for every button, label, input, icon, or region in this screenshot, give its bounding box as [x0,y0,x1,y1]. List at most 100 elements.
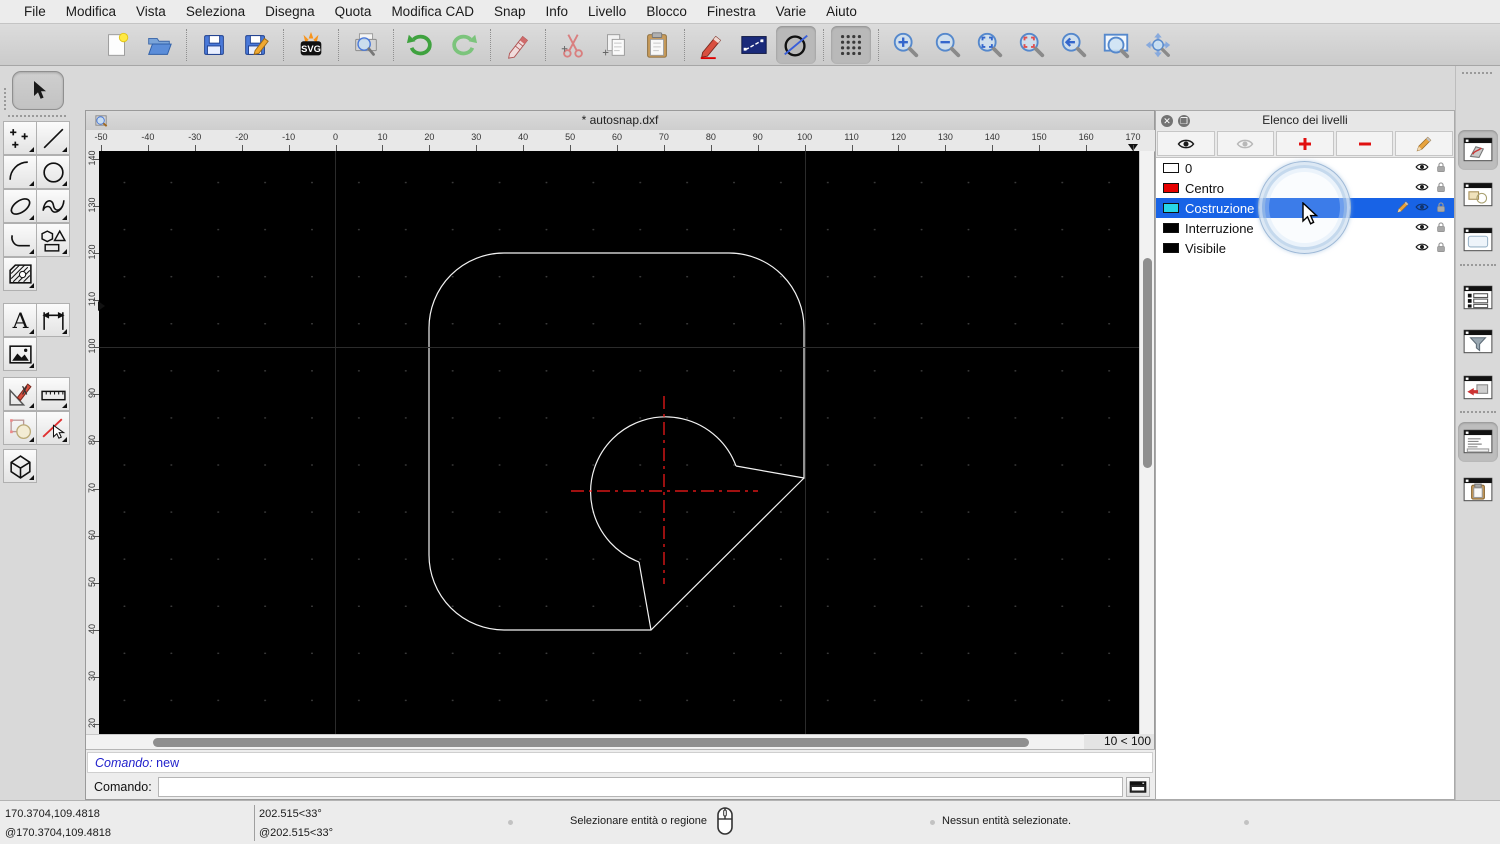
zoom-in-button[interactable] [886,26,926,64]
layer-lock-icon[interactable] [1434,160,1448,177]
pen-attributes-button[interactable] [692,26,732,64]
layer-color-swatch[interactable] [1163,183,1179,193]
layer-lock-icon[interactable] [1434,200,1448,217]
layer-color-swatch[interactable] [1163,223,1179,233]
layer-lock-icon[interactable] [1434,220,1448,237]
window-arrow-box-dock-button[interactable] [1458,368,1498,408]
horizontal-scrollbar[interactable] [86,734,1086,749]
window-command-dock-button[interactable] [1458,422,1498,462]
window-shapes-dock-button[interactable] [1458,175,1498,215]
drawing-canvas[interactable] [99,151,1141,734]
window-filter-dock-button[interactable] [1458,322,1498,362]
command-input[interactable] [157,777,1123,797]
explode-tool-button[interactable] [36,411,70,445]
save-button[interactable] [194,26,234,64]
copy-button[interactable] [595,26,635,64]
svg-export-button[interactable] [291,26,331,64]
cut-button[interactable] [553,26,593,64]
window-clipboard-dock-button[interactable] [1458,470,1498,510]
new-document-button[interactable] [97,26,137,64]
layer-panel-close-button[interactable]: ✕ [1161,114,1173,127]
vertical-scrollbar-thumb[interactable] [1143,258,1152,468]
menu-item-blocco[interactable]: Blocco [636,0,697,24]
layer-edit-pencil-icon[interactable] [1396,200,1410,217]
paste-button[interactable] [637,26,677,64]
polygon-tool-button[interactable] [36,223,70,257]
zoom-window-button[interactable] [1096,26,1136,64]
remove-layer-button[interactable] [1335,131,1394,156]
layer-visibility-eye-icon[interactable] [1415,220,1429,237]
menu-item-snap[interactable]: Snap [484,0,536,24]
hatch-tool-button[interactable] [3,257,37,291]
menu-item-quota[interactable]: Quota [325,0,382,24]
polyline-tool-button[interactable] [3,223,37,257]
layer-visibility-eye-icon[interactable] [1415,180,1429,197]
zoom-out-button[interactable] [928,26,968,64]
points-tool-button[interactable] [3,121,37,155]
window-list-dock-button[interactable] [1458,278,1498,318]
zoom-auto-button[interactable] [970,26,1010,64]
layer-visibility-eye-icon[interactable] [1415,240,1429,257]
print-preview-icon [351,30,381,60]
line-tool-button[interactable] [36,121,70,155]
solid-3d-tool-button[interactable] [3,449,37,483]
grid-button[interactable] [831,25,871,64]
spline-tool-button[interactable] [36,189,70,223]
line-attributes-button[interactable] [734,26,774,64]
layer-color-swatch[interactable] [1163,243,1179,253]
menu-item-modifica-cad[interactable]: Modifica CAD [381,0,484,24]
menu-item-finestra[interactable]: Finestra [697,0,766,24]
modify-tool-button[interactable] [3,377,37,411]
command-keyboard-button[interactable] [1126,777,1150,797]
circle-tool-button[interactable] [36,155,70,189]
zoom-previous-button[interactable] [1054,26,1094,64]
menu-item-disegna[interactable]: Disegna [255,0,325,24]
menu-item-info[interactable]: Info [536,0,579,24]
dimension-tool-button[interactable] [36,303,70,337]
delete-button[interactable] [498,26,538,64]
window-blank-dock-button[interactable] [1458,220,1498,260]
layer-color-swatch[interactable] [1163,203,1179,213]
vertical-scrollbar[interactable] [1139,151,1154,734]
ellipse-tool-button[interactable] [3,189,37,223]
drawing-window-titlebar[interactable]: * autosnap.dxf [86,111,1154,131]
print-preview-button[interactable] [346,26,386,64]
save-as-button[interactable] [236,26,276,64]
menu-item-seleziona[interactable]: Seleziona [176,0,255,24]
menu-item-livello[interactable]: Livello [578,0,636,24]
open-button[interactable] [139,26,179,64]
hide-all-layers-button[interactable] [1216,131,1275,156]
layer-lock-icon[interactable] [1434,240,1448,257]
layer-panel-float-button[interactable]: ❐ [1178,114,1190,127]
horizontal-scrollbar-thumb[interactable] [153,738,1029,747]
menu-item-file[interactable]: File [14,0,56,24]
menu-item-varie[interactable]: Varie [766,0,817,24]
text-tool-button[interactable] [3,303,37,337]
select-tool-button[interactable] [12,71,64,110]
menu-item-vista[interactable]: Vista [126,0,176,24]
draft-mode-button[interactable] [776,25,816,64]
cad-entities [428,252,805,631]
menu-item-modifica[interactable]: Modifica [56,0,126,24]
dock-drag-handle[interactable] [1462,72,1492,74]
arc-tool-button[interactable] [3,155,37,189]
redo-button[interactable] [443,26,483,64]
layer-lock-icon[interactable] [1434,180,1448,197]
image-tool-button[interactable] [3,337,37,371]
undo-button[interactable] [401,26,441,64]
palette-drag-handle-2[interactable] [8,115,66,117]
add-layer-button[interactable] [1276,131,1334,156]
layer-color-swatch[interactable] [1163,163,1179,173]
show-all-layers-button[interactable] [1157,131,1215,156]
zoom-selected-button[interactable] [1012,26,1052,64]
menu-item-aiuto[interactable]: Aiuto [816,0,867,24]
layer-visibility-eye-icon[interactable] [1415,160,1429,177]
drawing-window: * autosnap.dxf -50 -40 -30 -20 -10 0 10 20 30 40 5… [85,110,1156,800]
layer-visibility-eye-icon[interactable] [1415,200,1429,217]
measure-tool-button[interactable] [36,377,70,411]
palette-drag-handle[interactable] [4,88,6,110]
zoom-pan-button[interactable] [1138,26,1178,64]
edit-layer-button[interactable] [1395,131,1453,156]
select-entities-tool-button[interactable] [3,411,37,445]
window-sketch-dock-button[interactable] [1458,130,1498,170]
